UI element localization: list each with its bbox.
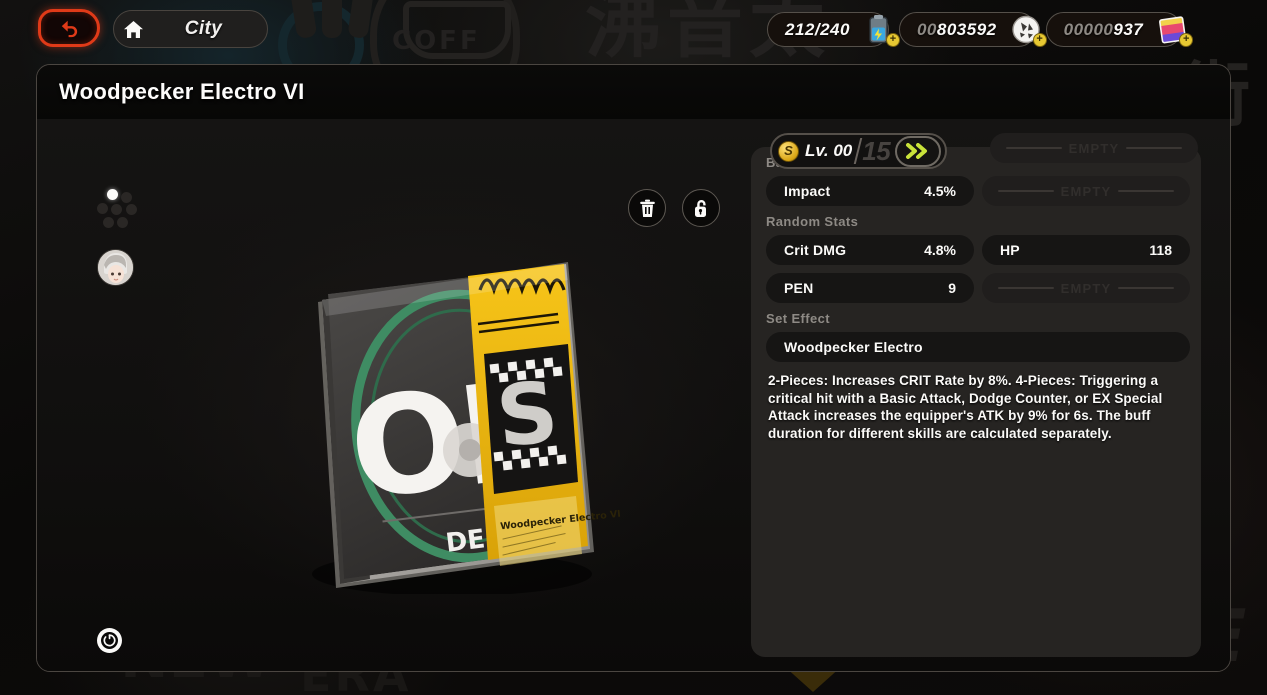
stat-pen-value: 9 xyxy=(948,280,956,296)
empty-slot-label: EMPTY xyxy=(1068,140,1120,156)
stat-hp-value: 118 xyxy=(1149,242,1172,258)
currency-group: 212/240 + 00803592 + 00000937 + xyxy=(767,12,1194,47)
empty-slot-base[interactable]: EMPTY xyxy=(982,176,1190,206)
level-label: Lv. 00 xyxy=(805,141,853,160)
currency-denny-value-pad: 00 xyxy=(916,19,937,39)
set-effect-description: 2-Pieces: Increases CRIT Rate by 8%. 4-P… xyxy=(768,373,1163,441)
stat-hp-name: HP xyxy=(1000,242,1020,258)
level-badge[interactable]: S Lv. 00 15 xyxy=(770,133,948,169)
avatar[interactable] xyxy=(97,249,134,286)
top-bar: City 212/240 + 00803592 + 00000937 + xyxy=(0,0,1267,60)
currency-battery-value: 212/240 xyxy=(785,19,850,39)
lock-button[interactable] xyxy=(682,189,720,227)
currency-film-value-num: 937 xyxy=(1113,19,1144,39)
svg-text:S: S xyxy=(492,363,562,467)
home-nav-button[interactable]: City xyxy=(113,10,268,48)
page-title: Woodpecker Electro VI xyxy=(59,79,305,104)
empty-slot-label: EMPTY xyxy=(1060,280,1112,296)
currency-denny-add[interactable]: + xyxy=(1032,33,1047,47)
panel-header: Woodpecker Electro VI xyxy=(37,65,1230,119)
home-icon xyxy=(116,12,150,46)
rank-coin-icon: S xyxy=(778,140,799,162)
currency-denny[interactable]: 00803592 + xyxy=(898,12,1047,47)
slot-dot[interactable] xyxy=(126,204,137,215)
slot-dot[interactable] xyxy=(121,192,132,203)
currency-film-add[interactable]: + xyxy=(1179,33,1194,47)
game-screen: COFF 沸音太 新世 街 & THE NEW ERA City xyxy=(0,0,1267,695)
empty-line-left xyxy=(998,190,1054,192)
disc-drive-artwork[interactable]: BARDIENCCDIC OKS xyxy=(232,254,632,596)
random-stats-row-2: PEN 9 EMPTY xyxy=(750,273,1200,303)
unlock-icon xyxy=(694,200,706,217)
stat-impact-value: 4.5% xyxy=(924,183,956,199)
empty-line-left xyxy=(1006,147,1062,149)
double-chevron-right-icon xyxy=(906,143,928,159)
level-max: 15 xyxy=(862,135,891,166)
power-reset-icon xyxy=(101,632,118,649)
slot-dot[interactable] xyxy=(97,203,108,214)
back-arrow-icon xyxy=(61,20,77,38)
currency-film[interactable]: 00000937 + xyxy=(1045,12,1194,47)
random-stats-row-1: Crit DMG 4.8% HP 118 xyxy=(750,235,1200,265)
stat-pen-name: PEN xyxy=(784,280,814,296)
action-buttons xyxy=(628,189,720,227)
random-stats-label: Random Stats xyxy=(766,214,859,229)
reset-button[interactable] xyxy=(97,628,122,653)
base-stats-row: Impact 4.5% EMPTY xyxy=(750,176,1200,206)
stat-impact[interactable]: Impact 4.5% xyxy=(766,176,974,206)
empty-slot-label: EMPTY xyxy=(1060,183,1112,199)
delete-button[interactable] xyxy=(628,189,666,227)
stat-crit-dmg[interactable]: Crit DMG 4.8% xyxy=(766,235,974,265)
stat-pen[interactable]: PEN 9 xyxy=(766,273,974,303)
level-separator xyxy=(854,138,863,164)
slot-dot[interactable] xyxy=(117,217,128,228)
currency-denny-value-num: 803592 xyxy=(936,19,997,39)
set-effect-name: Woodpecker Electro xyxy=(784,339,923,355)
currency-denny-value: 00803592 xyxy=(917,20,997,40)
left-rail xyxy=(97,189,143,286)
currency-battery-add[interactable]: + xyxy=(885,33,900,47)
stat-crit-dmg-value: 4.8% xyxy=(924,242,956,258)
currency-film-value: 00000937 xyxy=(1064,20,1144,40)
disc-case-illustration: BARDIENCCDIC OKS xyxy=(312,262,621,596)
slot-dot-cluster[interactable] xyxy=(97,189,141,233)
character-avatar-icon xyxy=(98,250,133,285)
empty-slot-top[interactable]: EMPTY xyxy=(990,133,1198,163)
stat-hp[interactable]: HP 118 xyxy=(982,235,1190,265)
slot-dot[interactable] xyxy=(103,217,114,228)
set-effect-label: Set Effect xyxy=(766,311,830,326)
currency-battery[interactable]: 212/240 + xyxy=(767,12,900,47)
empty-line-right xyxy=(1126,147,1183,149)
currency-film-value-pad: 00000 xyxy=(1063,19,1114,39)
trash-icon xyxy=(639,199,655,217)
empty-line-right xyxy=(1118,190,1175,192)
empty-slot-random[interactable]: EMPTY xyxy=(982,273,1190,303)
empty-line-left xyxy=(998,287,1054,289)
slot-dot-active[interactable] xyxy=(107,189,118,200)
back-button[interactable] xyxy=(38,9,100,47)
stats-content: EMPTY Base Stats Impact 4.5% EMPTY Rando… xyxy=(750,133,1200,442)
home-label: City xyxy=(184,18,223,39)
slot-dot[interactable] xyxy=(111,204,122,215)
stat-impact-name: Impact xyxy=(784,183,831,199)
set-effect-name-pill[interactable]: Woodpecker Electro xyxy=(766,332,1190,362)
empty-line-right xyxy=(1118,287,1175,289)
stat-crit-dmg-name: Crit DMG xyxy=(784,242,847,258)
level-up-button[interactable] xyxy=(895,135,942,167)
